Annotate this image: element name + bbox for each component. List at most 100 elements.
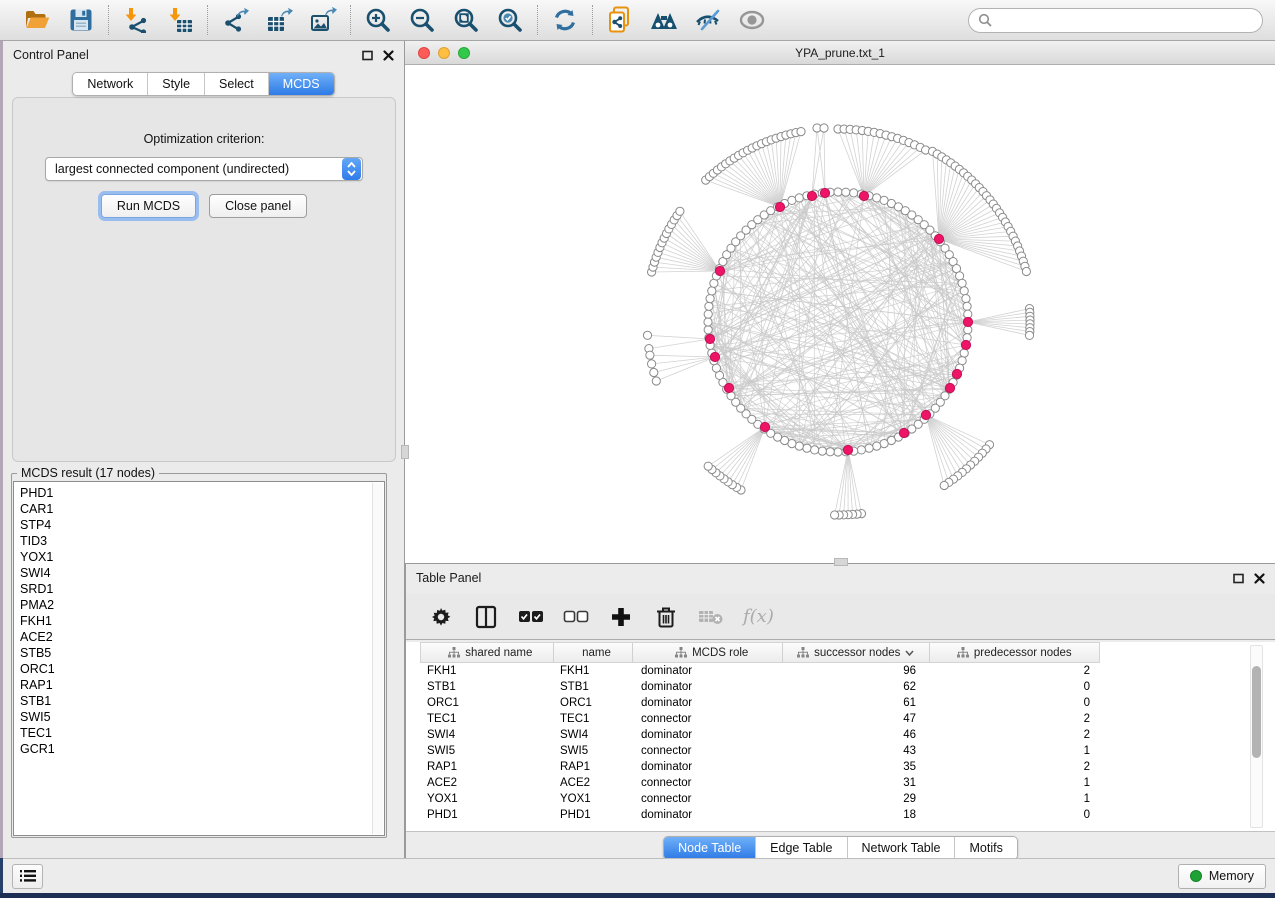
mcds-result-item[interactable]: SWI5: [20, 709, 370, 725]
export-image-icon[interactable]: [309, 6, 337, 34]
task-history-button[interactable]: [12, 864, 43, 889]
export-network-icon[interactable]: [221, 6, 249, 34]
float-panel-icon[interactable]: [1233, 573, 1244, 584]
zoom-out-icon[interactable]: [408, 6, 436, 34]
close-panel-icon[interactable]: [1254, 573, 1265, 584]
mcds-tab-panel: Optimization criterion: largest connecte…: [12, 97, 396, 462]
cell-shared-name: YOX1: [420, 793, 553, 805]
tab-edge-table[interactable]: Edge Table: [755, 837, 846, 859]
add-column-icon[interactable]: [608, 604, 634, 630]
shared-column-icon: [448, 647, 460, 658]
table-row[interactable]: PHD1 PHD1 dominator 18 0: [420, 807, 1100, 823]
mcds-result-item[interactable]: SWI4: [20, 565, 370, 581]
table-row[interactable]: STB1 STB1 dominator 62 0: [420, 679, 1100, 695]
mcds-result-item[interactable]: YOX1: [20, 549, 370, 565]
run-mcds-button[interactable]: Run MCDS: [101, 194, 196, 218]
mcds-result-item[interactable]: PMA2: [20, 597, 370, 613]
import-table-icon[interactable]: [166, 6, 194, 34]
mcds-result-item[interactable]: STB1: [20, 693, 370, 709]
memory-button[interactable]: Memory: [1178, 864, 1266, 889]
save-session-icon[interactable]: [67, 6, 95, 34]
network-graph[interactable]: [405, 65, 1275, 562]
delete-table-icon[interactable]: [698, 604, 724, 630]
float-panel-icon[interactable]: [362, 50, 373, 61]
table-header-row: shared name name MCDS role successor nod…: [420, 642, 1100, 663]
search-input[interactable]: [998, 12, 1253, 28]
zoom-in-icon[interactable]: [364, 6, 392, 34]
mcds-result-item[interactable]: STB5: [20, 645, 370, 661]
table-row[interactable]: ORC1 ORC1 dominator 61 0: [420, 695, 1100, 711]
tab-mcds[interactable]: MCDS: [268, 73, 334, 95]
select-all-icon[interactable]: [518, 604, 544, 630]
tab-style[interactable]: Style: [147, 73, 204, 95]
cell-mcds-role: dominator: [633, 665, 783, 677]
cell-successor-nodes: 96: [783, 665, 930, 677]
table-row[interactable]: SWI5 SWI5 connector 43 1: [420, 743, 1100, 759]
mcds-result-item[interactable]: PHD1: [20, 485, 370, 501]
cell-shared-name: FKH1: [420, 665, 553, 677]
mcds-result-item[interactable]: ACE2: [20, 629, 370, 645]
shared-column-icon: [957, 647, 969, 658]
tab-network[interactable]: Network: [73, 73, 147, 95]
table-row[interactable]: YOX1 YOX1 connector 29 1: [420, 791, 1100, 807]
table-scrollbar[interactable]: [1250, 645, 1263, 828]
close-panel-button[interactable]: Close panel: [209, 194, 307, 218]
column-header-predecessor-nodes[interactable]: predecessor nodes: [930, 643, 1099, 662]
cell-shared-name: ORC1: [420, 697, 553, 709]
column-header-mcds-role[interactable]: MCDS role: [633, 643, 783, 662]
gear-icon[interactable]: [428, 604, 454, 630]
tab-node-table[interactable]: Node Table: [664, 837, 755, 859]
tab-motifs[interactable]: Motifs: [954, 837, 1016, 859]
tab-select[interactable]: Select: [204, 73, 268, 95]
table-row[interactable]: ACE2 ACE2 connector 31 1: [420, 775, 1100, 791]
column-browse-icon[interactable]: [473, 604, 499, 630]
zoom-selected-icon[interactable]: [496, 6, 524, 34]
table-row[interactable]: RAP1 RAP1 dominator 35 2: [420, 759, 1100, 775]
delete-column-icon[interactable]: [653, 604, 679, 630]
table-row[interactable]: FKH1 FKH1 dominator 96 2: [420, 663, 1100, 679]
mcds-result-item[interactable]: TID3: [20, 533, 370, 549]
sort-descending-icon: [905, 650, 914, 656]
find-icon[interactable]: [650, 6, 678, 34]
vertical-splitter-handle[interactable]: [401, 445, 409, 459]
cell-successor-nodes: 62: [783, 681, 930, 693]
cell-predecessor-nodes: 2: [930, 665, 1100, 677]
cell-name: ACE2: [553, 777, 633, 789]
mcds-result-item[interactable]: RAP1: [20, 677, 370, 693]
view-group: [593, 6, 779, 34]
tab-network-table[interactable]: Network Table: [847, 837, 955, 859]
table-scrollbar-thumb[interactable]: [1252, 666, 1261, 758]
mcds-result-item[interactable]: FKH1: [20, 613, 370, 629]
mcds-result-item[interactable]: TEC1: [20, 725, 370, 741]
export-table-icon[interactable]: [265, 6, 293, 34]
deselect-all-icon[interactable]: [563, 604, 589, 630]
mcds-result-item[interactable]: STP4: [20, 517, 370, 533]
share-network-icon[interactable]: [606, 6, 634, 34]
hide-selected-icon[interactable]: [694, 6, 722, 34]
close-panel-icon[interactable]: [383, 50, 394, 61]
horizontal-splitter-handle[interactable]: [834, 558, 848, 566]
mcds-result-item[interactable]: GCR1: [20, 741, 370, 757]
table-row[interactable]: TEC1 TEC1 connector 47 2: [420, 711, 1100, 727]
mcds-result-item[interactable]: ORC1: [20, 661, 370, 677]
criterion-select[interactable]: largest connected component (undirected): [45, 157, 363, 181]
zoom-fit-icon[interactable]: [452, 6, 480, 34]
cell-name: YOX1: [553, 793, 633, 805]
table-row[interactable]: SWI4 SWI4 dominator 46 2: [420, 727, 1100, 743]
column-header-name[interactable]: name: [554, 643, 634, 662]
mcds-result-item[interactable]: SRD1: [20, 581, 370, 597]
open-file-icon[interactable]: [23, 6, 51, 34]
desktop-edge-bottom: [0, 893, 1275, 898]
mcds-result-item[interactable]: CAR1: [20, 501, 370, 517]
search-field[interactable]: [968, 8, 1263, 33]
column-header-successor-nodes[interactable]: successor nodes: [783, 643, 930, 662]
show-all-icon[interactable]: [738, 6, 766, 34]
column-header-shared-name[interactable]: shared name: [421, 643, 554, 662]
function-builder-icon[interactable]: f(x): [743, 606, 774, 627]
refresh-icon[interactable]: [551, 6, 579, 34]
mcds-list-scrollbar[interactable]: [372, 483, 383, 834]
import-network-icon[interactable]: [122, 6, 150, 34]
refresh-group: [538, 6, 592, 34]
zoom-group: [351, 6, 537, 34]
mcds-result-group: MCDS result (17 nodes) PHD1CAR1STP4TID3Y…: [11, 466, 387, 838]
